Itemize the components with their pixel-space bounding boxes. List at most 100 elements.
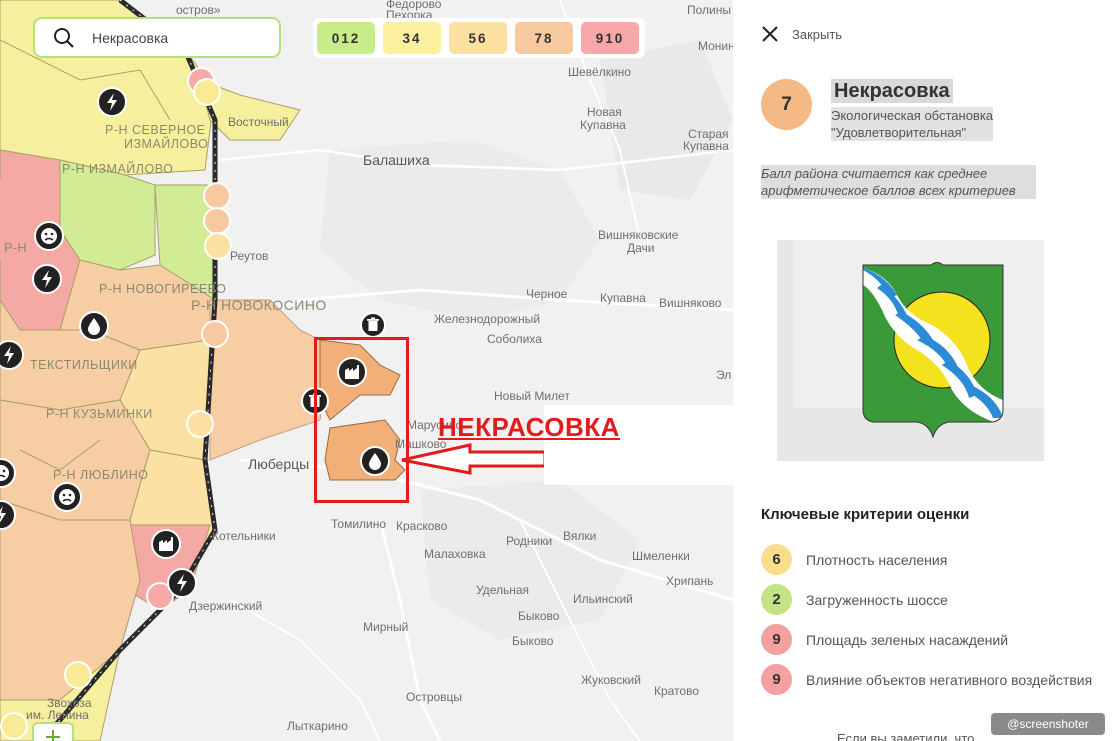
place-label: Шевёлкино <box>568 65 631 79</box>
criterion-item: 6 Плотность населения <box>761 544 947 575</box>
district-label: ИЗМАЙЛОВО <box>124 137 209 151</box>
criterion-score: 9 <box>761 624 792 655</box>
status-dot[interactable] <box>203 207 231 235</box>
place-label: Котельники <box>212 529 276 543</box>
place-label: Соболиха <box>487 332 542 346</box>
lightning-icon[interactable] <box>32 264 62 294</box>
lightning-icon[interactable] <box>0 340 24 370</box>
place-label: Восточный <box>228 115 289 129</box>
place-label: Родники <box>506 534 553 548</box>
place-label: Быково <box>518 609 560 623</box>
district-panel: Закрыть 7 Некрасовка Экологическая обста… <box>733 0 1113 741</box>
district-label: Р-Н ЛЮБЛИНО <box>53 468 149 482</box>
status-dot[interactable] <box>0 712 28 740</box>
criteria-title: Ключевые критерии оценки <box>761 506 970 523</box>
place-label: Полины <box>687 3 731 17</box>
score-note: Балл района считается как среднее арифме… <box>761 165 1036 199</box>
place-label: Ильинский <box>573 592 633 606</box>
legend-chip[interactable]: 012 <box>317 22 375 54</box>
place-label: Островцы <box>406 690 463 704</box>
place-label: Монино <box>698 39 733 53</box>
place-label: Эл <box>716 368 732 382</box>
place-label: Балашиха <box>363 152 430 168</box>
criterion-item: 9 Площадь зеленых насаждений <box>761 624 1008 655</box>
status-dot[interactable] <box>204 232 232 260</box>
place-label: Томилино <box>331 517 387 531</box>
place-label: Вялки <box>563 529 597 543</box>
lightning-icon[interactable] <box>0 500 16 530</box>
district-label: Р-Н СЕВЕРНОЕ <box>105 123 206 137</box>
criterion-score: 9 <box>761 664 792 695</box>
criterion-label: Влияние объектов негативного воздействия <box>806 671 1093 688</box>
place-label: Черное <box>526 287 568 301</box>
search-icon <box>53 27 75 49</box>
place-label: Жуковский <box>581 673 641 687</box>
place-label: Лыткарино <box>287 719 348 733</box>
place-label: Шмеленки <box>632 549 690 563</box>
legend-chip[interactable]: 910 <box>581 22 639 54</box>
district-label: ТЕКСТИЛЬЩИКИ <box>30 358 138 372</box>
district-status: Экологическая обстановка "Удовлетворител… <box>831 107 994 141</box>
note-line: арифметическое баллов всех критериев <box>761 183 1016 198</box>
feedback-text: Если вы заметили, что ... <box>837 731 989 741</box>
criterion-score: 2 <box>761 584 792 615</box>
sad-face-icon[interactable] <box>0 458 16 488</box>
water-drop-icon[interactable] <box>79 311 109 341</box>
place-label: Реутов <box>230 249 269 263</box>
place-label: Быково <box>512 634 554 648</box>
close-button[interactable]: Закрыть <box>761 25 842 43</box>
lightning-icon[interactable] <box>167 568 197 598</box>
legend-chip[interactable]: 56 <box>449 22 507 54</box>
search-input[interactable]: Некрасовка <box>33 17 281 58</box>
district-emblem <box>777 240 1044 461</box>
place-label: остров» <box>176 3 221 17</box>
status-dot[interactable] <box>64 661 92 689</box>
district-label: Р-Н КУЗЬМИНКИ <box>46 407 153 421</box>
district-label: Р-Н <box>4 241 28 255</box>
place-label: Купавна <box>580 118 626 132</box>
sad-face-icon[interactable] <box>34 221 64 251</box>
criterion-item: 2 Загруженность шоссе <box>761 584 948 615</box>
place-label: Железнодорожный <box>434 312 541 326</box>
status-dot[interactable] <box>203 182 231 210</box>
criterion-item: 9 Влияние объектов негативного воздейств… <box>761 664 1092 695</box>
place-label: Малаховка <box>424 547 486 561</box>
district-label: Р-Н НОВОКОСИНО <box>191 297 327 313</box>
trash-icon[interactable] <box>360 312 386 338</box>
legend-chip[interactable]: 78 <box>515 22 573 54</box>
criterion-label: Плотность населения <box>806 551 948 568</box>
legend-chip[interactable]: 34 <box>383 22 441 54</box>
search-value: Некрасовка <box>92 29 169 46</box>
place-label: им. Ленина <box>26 708 89 722</box>
place-label: Купавна <box>683 139 729 153</box>
place-label: Удельная <box>476 583 530 597</box>
place-label: Дзержинский <box>189 599 263 613</box>
map-area[interactable]: остров» Федорово Пехорка Полины Монино Ш… <box>0 0 733 741</box>
status-line: "Удовлетворительная" <box>831 125 967 140</box>
place-label: Новый Милет <box>494 389 570 403</box>
zoom-in-button[interactable] <box>32 722 74 741</box>
close-label: Закрыть <box>792 26 843 42</box>
coat-of-arms-icon <box>777 240 1044 461</box>
sad-face-icon[interactable] <box>52 482 82 512</box>
note-line: Балл района считается как среднее <box>761 166 988 181</box>
place-label: Дачи <box>627 241 655 255</box>
status-dot[interactable] <box>201 320 229 348</box>
status-dot[interactable] <box>186 410 214 438</box>
place-label: Вишняково <box>659 296 722 310</box>
screenshoter-watermark: @screenshoter <box>991 713 1105 735</box>
criterion-score: 6 <box>761 544 792 575</box>
place-label: Хрипань <box>666 574 714 588</box>
criterion-label: Площадь зеленых насаждений <box>806 631 1009 648</box>
place-label: Красково <box>396 519 448 533</box>
factory-icon[interactable] <box>151 529 181 559</box>
place-label: Мирный <box>363 620 409 634</box>
plus-icon <box>46 730 60 741</box>
district-label: Р-Н НОВОГИРЕЕВО <box>99 282 227 296</box>
district-label: Р-Н ИЗМАЙЛОВО <box>62 162 174 176</box>
close-icon <box>761 25 779 43</box>
lightning-icon[interactable] <box>97 87 127 117</box>
place-label: Кратово <box>654 684 700 698</box>
criterion-label: Загруженность шоссе <box>806 591 948 608</box>
status-dot[interactable] <box>193 78 221 106</box>
